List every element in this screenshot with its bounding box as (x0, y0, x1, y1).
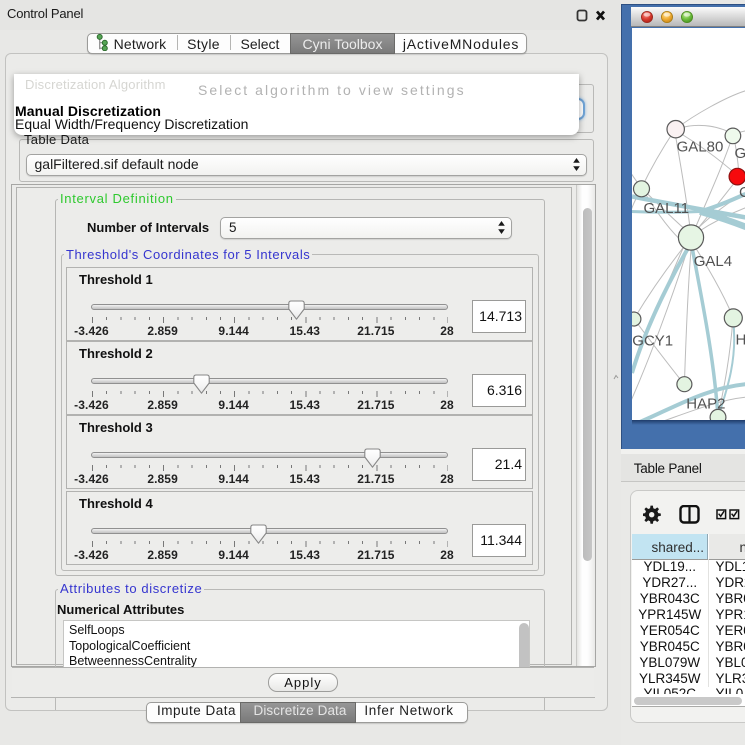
svg-text:HAP2: HAP2 (686, 395, 725, 412)
svg-text:GAL80: GAL80 (676, 138, 723, 155)
svg-text:CY: CY (739, 184, 745, 201)
svg-text:GA: GA (734, 145, 745, 162)
svg-text:GAL11: GAL11 (643, 199, 689, 216)
svg-text:GCY1: GCY1 (632, 332, 673, 349)
svg-text:GAL4: GAL4 (693, 253, 731, 270)
svg-text:HI: HI (735, 331, 745, 348)
